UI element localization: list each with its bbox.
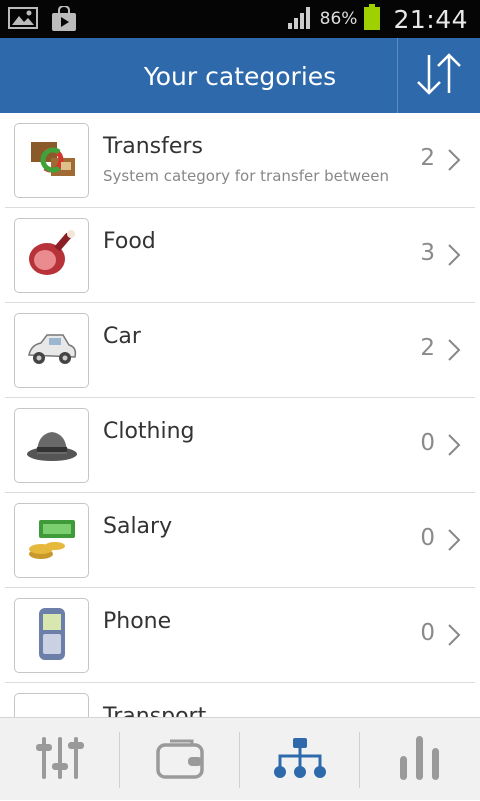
category-thumbnail — [14, 313, 89, 388]
chevron-right-icon — [447, 338, 461, 366]
category-count: 3 — [420, 240, 435, 266]
transport-icon — [25, 704, 79, 718]
category-name: Salary — [103, 514, 173, 539]
status-bar: 86% 21:44 — [0, 0, 480, 38]
battery-percent: 86% — [319, 9, 358, 29]
bottom-tab-bar — [0, 717, 480, 800]
tab-settings-sliders[interactable] — [0, 718, 120, 801]
category-name: Transfers — [103, 134, 203, 159]
mobile-phone-icon — [35, 606, 69, 666]
ham-icon — [25, 227, 79, 285]
category-thumbnail — [14, 218, 89, 293]
signal-icon — [286, 3, 314, 35]
category-count: 2 — [420, 145, 435, 171]
chevron-right-icon — [447, 433, 461, 461]
category-thumbnail — [14, 123, 89, 198]
clock: 21:44 — [393, 4, 468, 34]
money-icon — [25, 514, 79, 568]
chevron-right-icon — [447, 148, 461, 176]
car-icon — [25, 329, 79, 373]
category-row-food[interactable]: Food 3 — [5, 208, 475, 303]
tab-categories[interactable] — [240, 718, 360, 801]
category-row-phone[interactable]: Phone 0 — [5, 588, 475, 683]
category-count: 0 — [420, 525, 435, 551]
hierarchy-icon — [272, 735, 328, 785]
transfers-icon — [25, 134, 79, 188]
category-row-transport[interactable]: Transport — [5, 683, 475, 717]
category-count: 0 — [420, 430, 435, 456]
bar-chart-icon — [394, 734, 446, 786]
category-count: 0 — [420, 620, 435, 646]
sort-button[interactable] — [398, 38, 480, 113]
tab-wallet[interactable] — [120, 718, 240, 801]
category-row-transfers[interactable]: Transfers System category for transfer b… — [5, 113, 475, 208]
hat-icon — [25, 424, 79, 468]
chevron-right-icon — [447, 243, 461, 271]
chevron-right-icon — [447, 528, 461, 556]
category-row-car[interactable]: Car 2 — [5, 303, 475, 398]
category-row-clothing[interactable]: Clothing 0 — [5, 398, 475, 493]
sort-arrows-icon — [414, 51, 464, 101]
wallet-icon — [154, 735, 206, 785]
category-name: Clothing — [103, 419, 195, 444]
chevron-right-icon — [447, 623, 461, 651]
sliders-icon — [34, 735, 86, 785]
battery-icon — [363, 3, 381, 35]
store-bag-icon — [50, 5, 78, 36]
app-bar: Your categories — [0, 38, 480, 113]
category-thumbnail — [14, 503, 89, 578]
category-thumbnail — [14, 598, 89, 673]
category-row-salary[interactable]: Salary 0 — [5, 493, 475, 588]
category-name: Phone — [103, 609, 172, 634]
category-name: Car — [103, 324, 141, 349]
gallery-icon — [8, 6, 38, 36]
category-thumbnail — [14, 408, 89, 483]
category-name: Transport — [103, 704, 207, 717]
category-list[interactable]: Transfers System category for transfer b… — [0, 113, 480, 717]
category-name: Food — [103, 229, 156, 254]
category-thumbnail — [14, 693, 89, 717]
category-description: System category for transfer between — [103, 167, 390, 185]
tab-statistics[interactable] — [360, 718, 480, 801]
category-count: 2 — [420, 335, 435, 361]
